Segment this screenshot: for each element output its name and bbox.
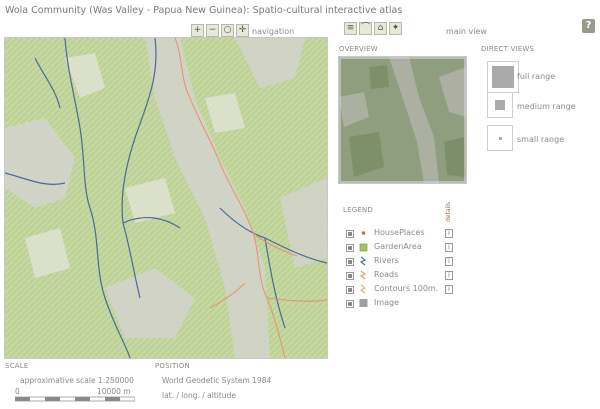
page-title: Wola Community (Was Valley - Papua New G… xyxy=(5,5,403,16)
scale-label: SCALE xyxy=(5,362,29,370)
legend-details-label: details xyxy=(445,202,452,222)
layer-checkbox[interactable] xyxy=(346,300,354,308)
full-range-icon xyxy=(492,66,514,88)
pan-icon[interactable]: ✛ xyxy=(236,24,249,37)
contour-line-icon xyxy=(359,284,367,294)
layer-checkbox[interactable] xyxy=(346,244,354,252)
position-label: POSITION xyxy=(155,362,190,370)
list-view-icon[interactable]: ≡ xyxy=(344,22,357,35)
info-icon[interactable]: i xyxy=(445,257,453,266)
scale-text: approximative scale 1:250000 xyxy=(20,376,134,385)
river-line-icon xyxy=(359,256,367,266)
layer-checkbox[interactable] xyxy=(346,230,354,238)
medium-range-button[interactable] xyxy=(487,92,513,118)
legend-item-label: Contours 100m. xyxy=(374,284,439,293)
help-button[interactable]: ? xyxy=(582,19,595,33)
legend-item-label: Image xyxy=(374,298,400,307)
info-icon[interactable]: i xyxy=(445,271,453,280)
legend-item-label: Roads xyxy=(374,270,399,279)
zoom-out-icon[interactable]: − xyxy=(206,24,219,37)
zoom-reset-icon[interactable]: ○ xyxy=(221,24,234,37)
legend-item-contours: Contours 100m. i xyxy=(346,284,461,298)
legend-item-label: Rivers xyxy=(374,256,399,265)
legend-item-label: HousePlaces xyxy=(374,228,425,237)
info-icon[interactable]: i xyxy=(445,229,453,238)
direct-views-label: DIRECT VIEWS xyxy=(481,45,535,53)
position-system: World Geodetic System 1984 xyxy=(162,376,272,385)
info-icon[interactable]: i xyxy=(445,243,453,252)
full-range-button[interactable] xyxy=(487,61,519,93)
layer-checkbox[interactable] xyxy=(346,286,354,294)
small-range-button[interactable] xyxy=(487,125,513,151)
position-coords: lat. / long. / altitude xyxy=(162,391,236,400)
compass-view-icon[interactable]: ✦ xyxy=(389,22,402,35)
layer-checkbox[interactable] xyxy=(346,258,354,266)
house-point-icon xyxy=(361,231,366,235)
legend-item-rivers: Rivers i xyxy=(346,256,461,270)
navigation-label: navigation xyxy=(252,27,295,36)
scale-bar-start: 0 xyxy=(15,387,20,396)
profile-view-icon[interactable]: ⌒ xyxy=(359,22,372,35)
layer-checkbox[interactable] xyxy=(346,272,354,280)
scale-bar-end: 10000 m xyxy=(97,387,131,396)
legend-item-gardenarea: GardenArea i xyxy=(346,242,461,256)
small-range-icon xyxy=(499,137,502,140)
info-icon[interactable]: i xyxy=(445,285,453,294)
main-map[interactable] xyxy=(4,37,328,359)
legend-label: LEGEND xyxy=(343,206,373,214)
zoom-in-icon[interactable]: + xyxy=(191,24,204,37)
overview-terrain xyxy=(339,57,466,183)
overview-map[interactable] xyxy=(338,56,467,184)
legend-item-houseplaces: HousePlaces i xyxy=(346,228,461,242)
legend-item-image: Image xyxy=(346,298,461,312)
small-range-label: small range xyxy=(517,135,565,144)
garden-area-icon xyxy=(359,243,368,252)
medium-range-label: medium range xyxy=(517,102,576,111)
road-line-icon xyxy=(359,270,367,280)
image-layer-icon xyxy=(359,299,368,307)
medium-range-icon xyxy=(495,100,505,110)
legend-item-roads: Roads i xyxy=(346,270,461,284)
main-view-label: main view xyxy=(446,27,487,36)
terrain-map xyxy=(5,38,327,358)
full-range-label: full range xyxy=(517,72,556,81)
scale-bar xyxy=(15,396,135,402)
legend-item-label: GardenArea xyxy=(374,242,422,251)
overview-label: OVERVIEW xyxy=(339,45,378,53)
house-view-icon[interactable]: ⌂ xyxy=(374,22,387,35)
